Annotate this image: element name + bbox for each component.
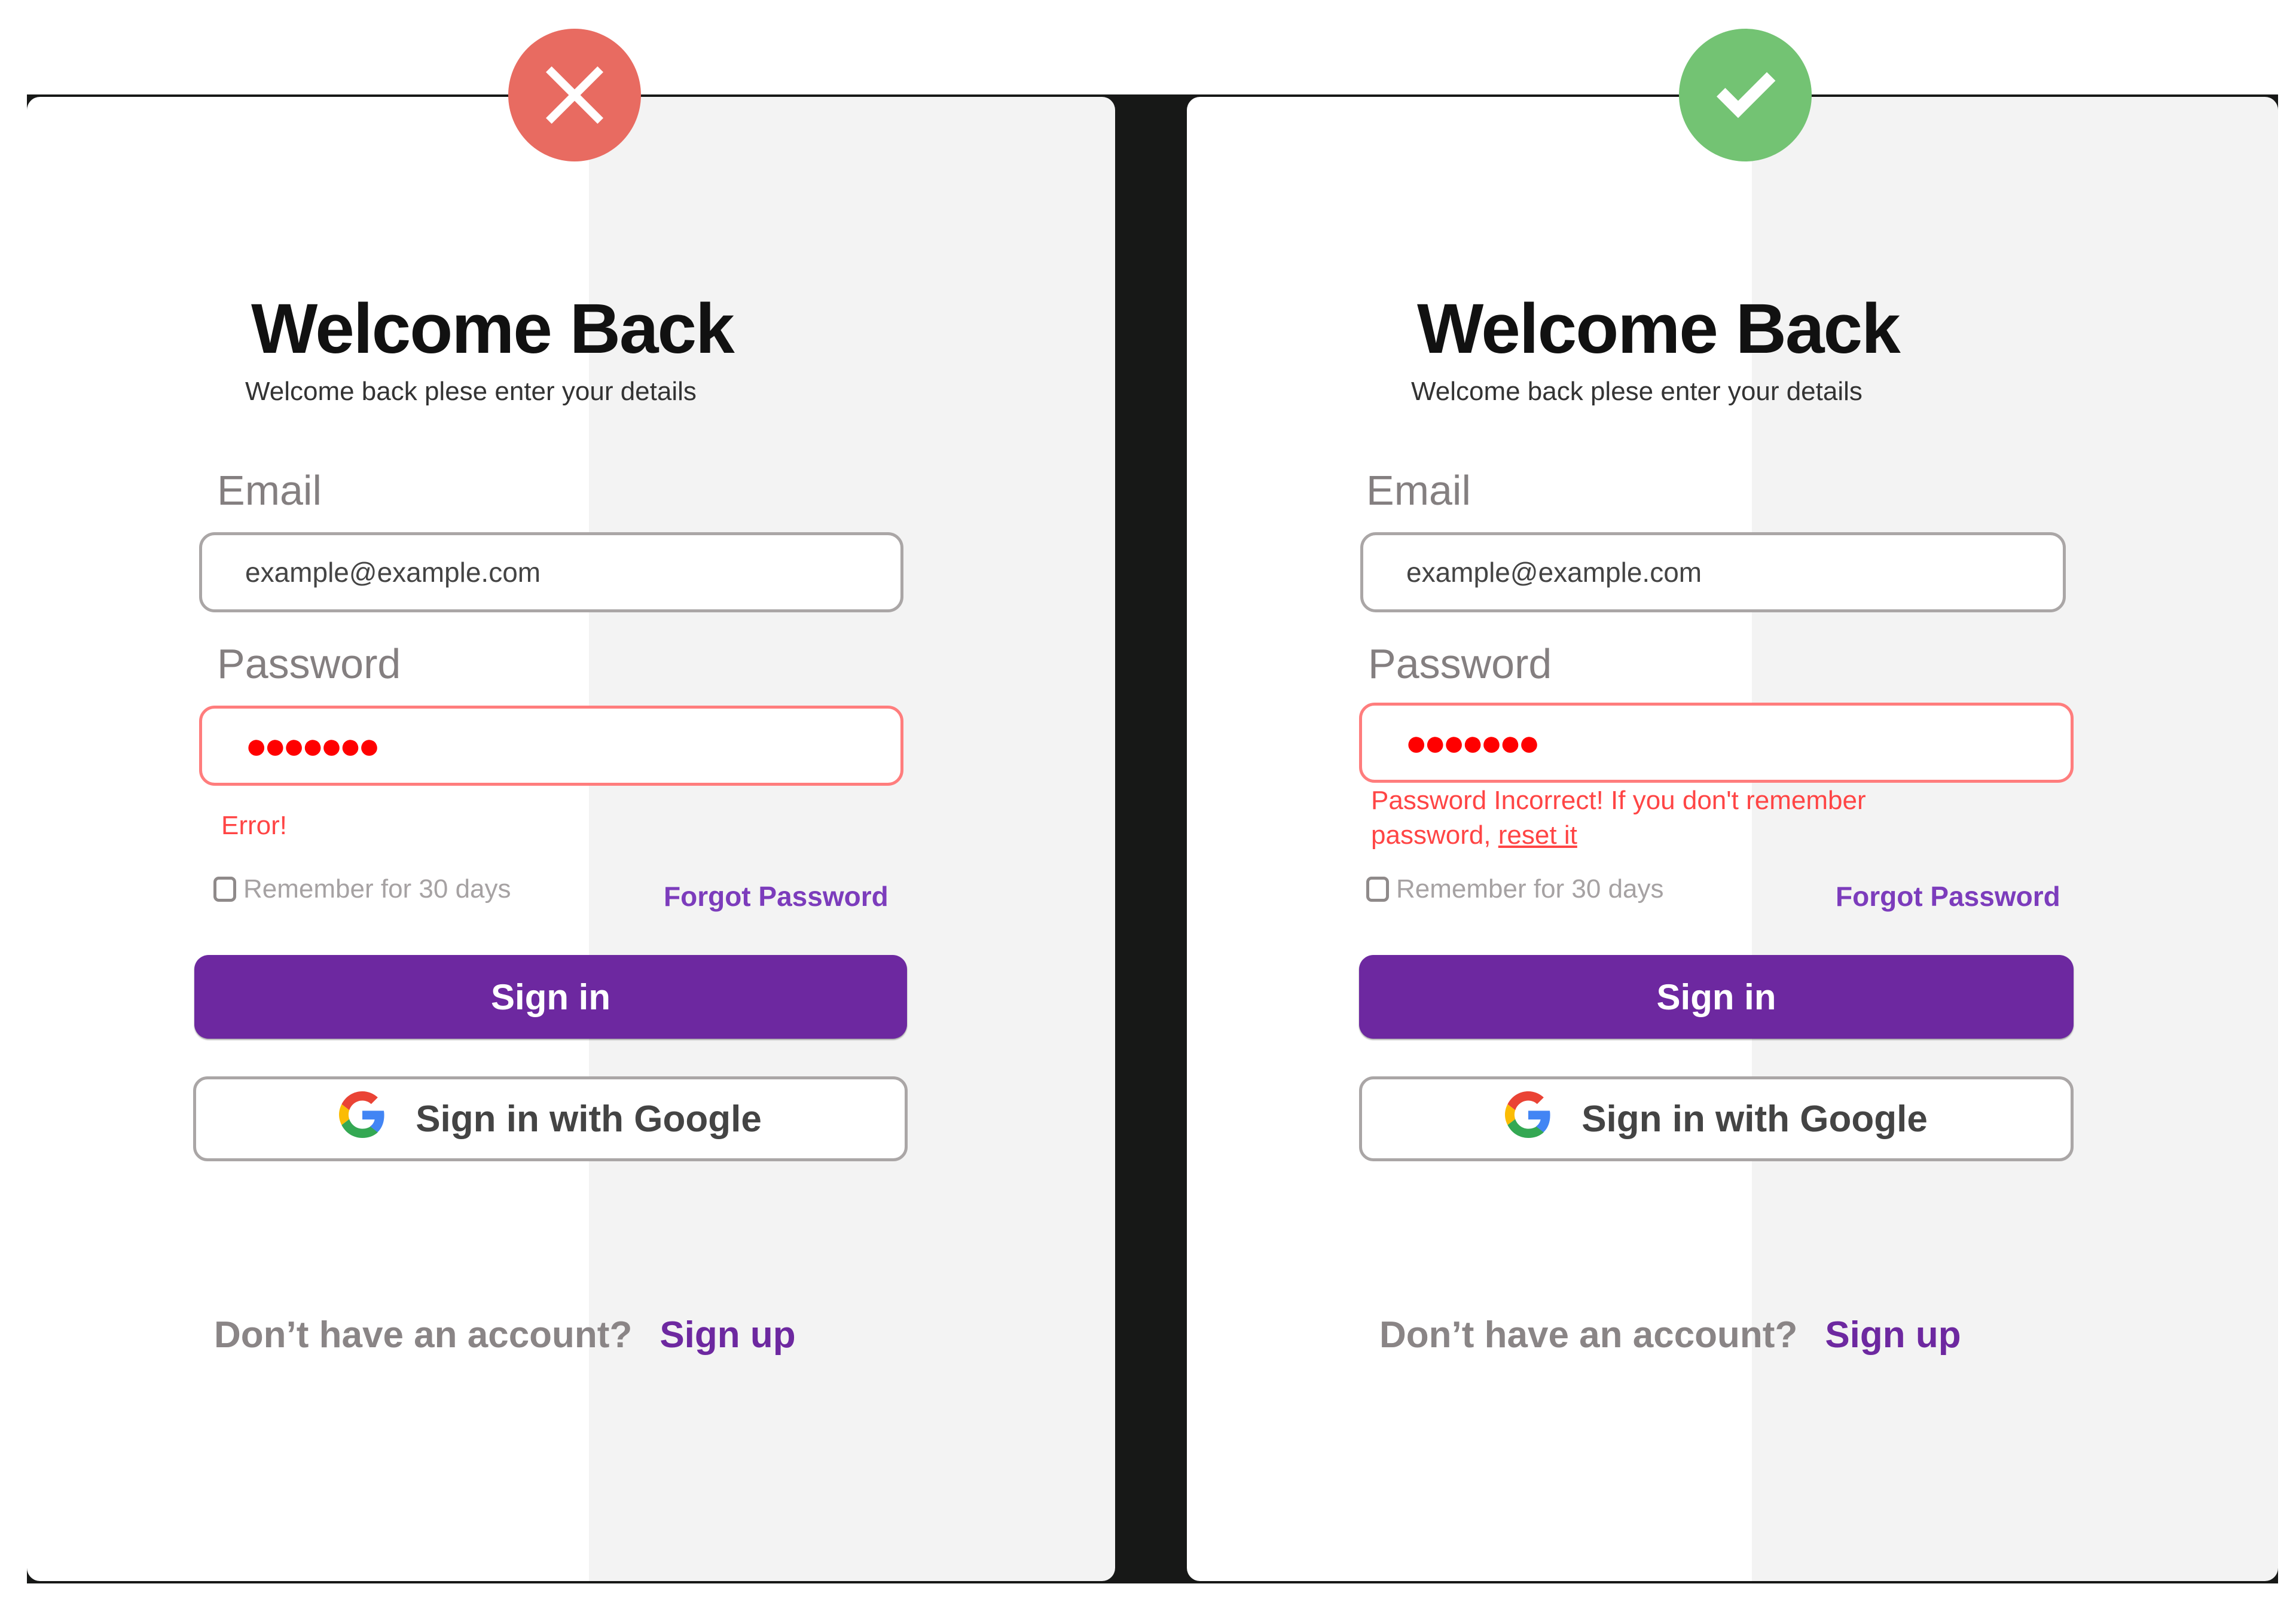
remember-me[interactable]: Remember for 30 days xyxy=(213,874,511,904)
error-message-line1: Password Incorrect! If you don't remembe… xyxy=(1371,786,1866,815)
signup-row: Don’t have an account? Sign up xyxy=(214,1314,796,1356)
email-label: Email xyxy=(1366,467,1471,514)
sign-in-button[interactable]: Sign in xyxy=(1359,955,2074,1039)
reset-password-link[interactable]: reset it xyxy=(1498,820,1577,850)
login-form: Welcome Back Welcome back plese enter yo… xyxy=(1187,97,2278,1581)
google-icon xyxy=(1505,1091,1552,1147)
email-field[interactable]: example@example.com xyxy=(199,532,903,612)
no-account-text: Don’t have an account? xyxy=(1379,1314,1798,1356)
bad-example-badge xyxy=(508,29,641,161)
sign-up-link[interactable]: Sign up xyxy=(1825,1314,1961,1356)
no-account-text: Don’t have an account? xyxy=(214,1314,633,1356)
email-label: Email xyxy=(217,467,322,514)
login-panel-good-example: Welcome Back Welcome back plese enter yo… xyxy=(1187,97,2278,1581)
password-label: Password xyxy=(217,640,401,687)
error-message-line2: password, xyxy=(1371,820,1491,850)
email-value: example@example.com xyxy=(1406,557,1702,588)
forgot-password-link[interactable]: Forgot Password xyxy=(664,880,889,913)
password-field[interactable]: ●●●●●●● xyxy=(199,706,903,786)
page-subtitle: Welcome back plese enter your details xyxy=(1411,377,1863,406)
google-sign-in-button[interactable]: Sign in with Google xyxy=(193,1076,908,1161)
page-title: Welcome Back xyxy=(1417,289,1901,368)
page-subtitle: Welcome back plese enter your details xyxy=(245,377,697,406)
remember-checkbox[interactable] xyxy=(1366,877,1389,902)
sign-in-button[interactable]: Sign in xyxy=(194,955,907,1039)
page-title: Welcome Back xyxy=(251,289,735,368)
google-sign-in-label: Sign in with Google xyxy=(416,1098,762,1140)
remember-checkbox[interactable] xyxy=(213,877,236,902)
remember-label: Remember for 30 days xyxy=(1396,874,1664,904)
login-form: Welcome Back Welcome back plese enter yo… xyxy=(27,97,1115,1581)
remember-label: Remember for 30 days xyxy=(243,874,511,904)
forgot-password-link[interactable]: Forgot Password xyxy=(1836,880,2060,913)
email-value: example@example.com xyxy=(245,557,541,588)
sign-in-label: Sign in xyxy=(1656,977,1776,1017)
x-icon xyxy=(546,66,603,124)
password-mask: ●●●●●●● xyxy=(1405,722,1540,764)
sign-in-label: Sign in xyxy=(491,977,610,1017)
password-field[interactable]: ●●●●●●● xyxy=(1359,703,2074,783)
google-icon xyxy=(339,1091,386,1147)
signup-row: Don’t have an account? Sign up xyxy=(1379,1314,1961,1356)
google-sign-in-label: Sign in with Google xyxy=(1581,1098,1928,1140)
check-icon xyxy=(1717,72,1776,118)
remember-me[interactable]: Remember for 30 days xyxy=(1366,874,1664,904)
error-message: Error! xyxy=(221,811,287,840)
login-panel-bad-example: Welcome Back Welcome back plese enter yo… xyxy=(27,97,1115,1581)
google-sign-in-button[interactable]: Sign in with Google xyxy=(1359,1076,2074,1161)
sign-up-link[interactable]: Sign up xyxy=(660,1314,795,1356)
error-message: Password Incorrect! If you don't remembe… xyxy=(1371,783,1866,853)
password-mask: ●●●●●●● xyxy=(245,725,380,767)
password-label: Password xyxy=(1368,640,1552,687)
email-field[interactable]: example@example.com xyxy=(1360,532,2066,612)
good-example-badge xyxy=(1679,29,1812,161)
